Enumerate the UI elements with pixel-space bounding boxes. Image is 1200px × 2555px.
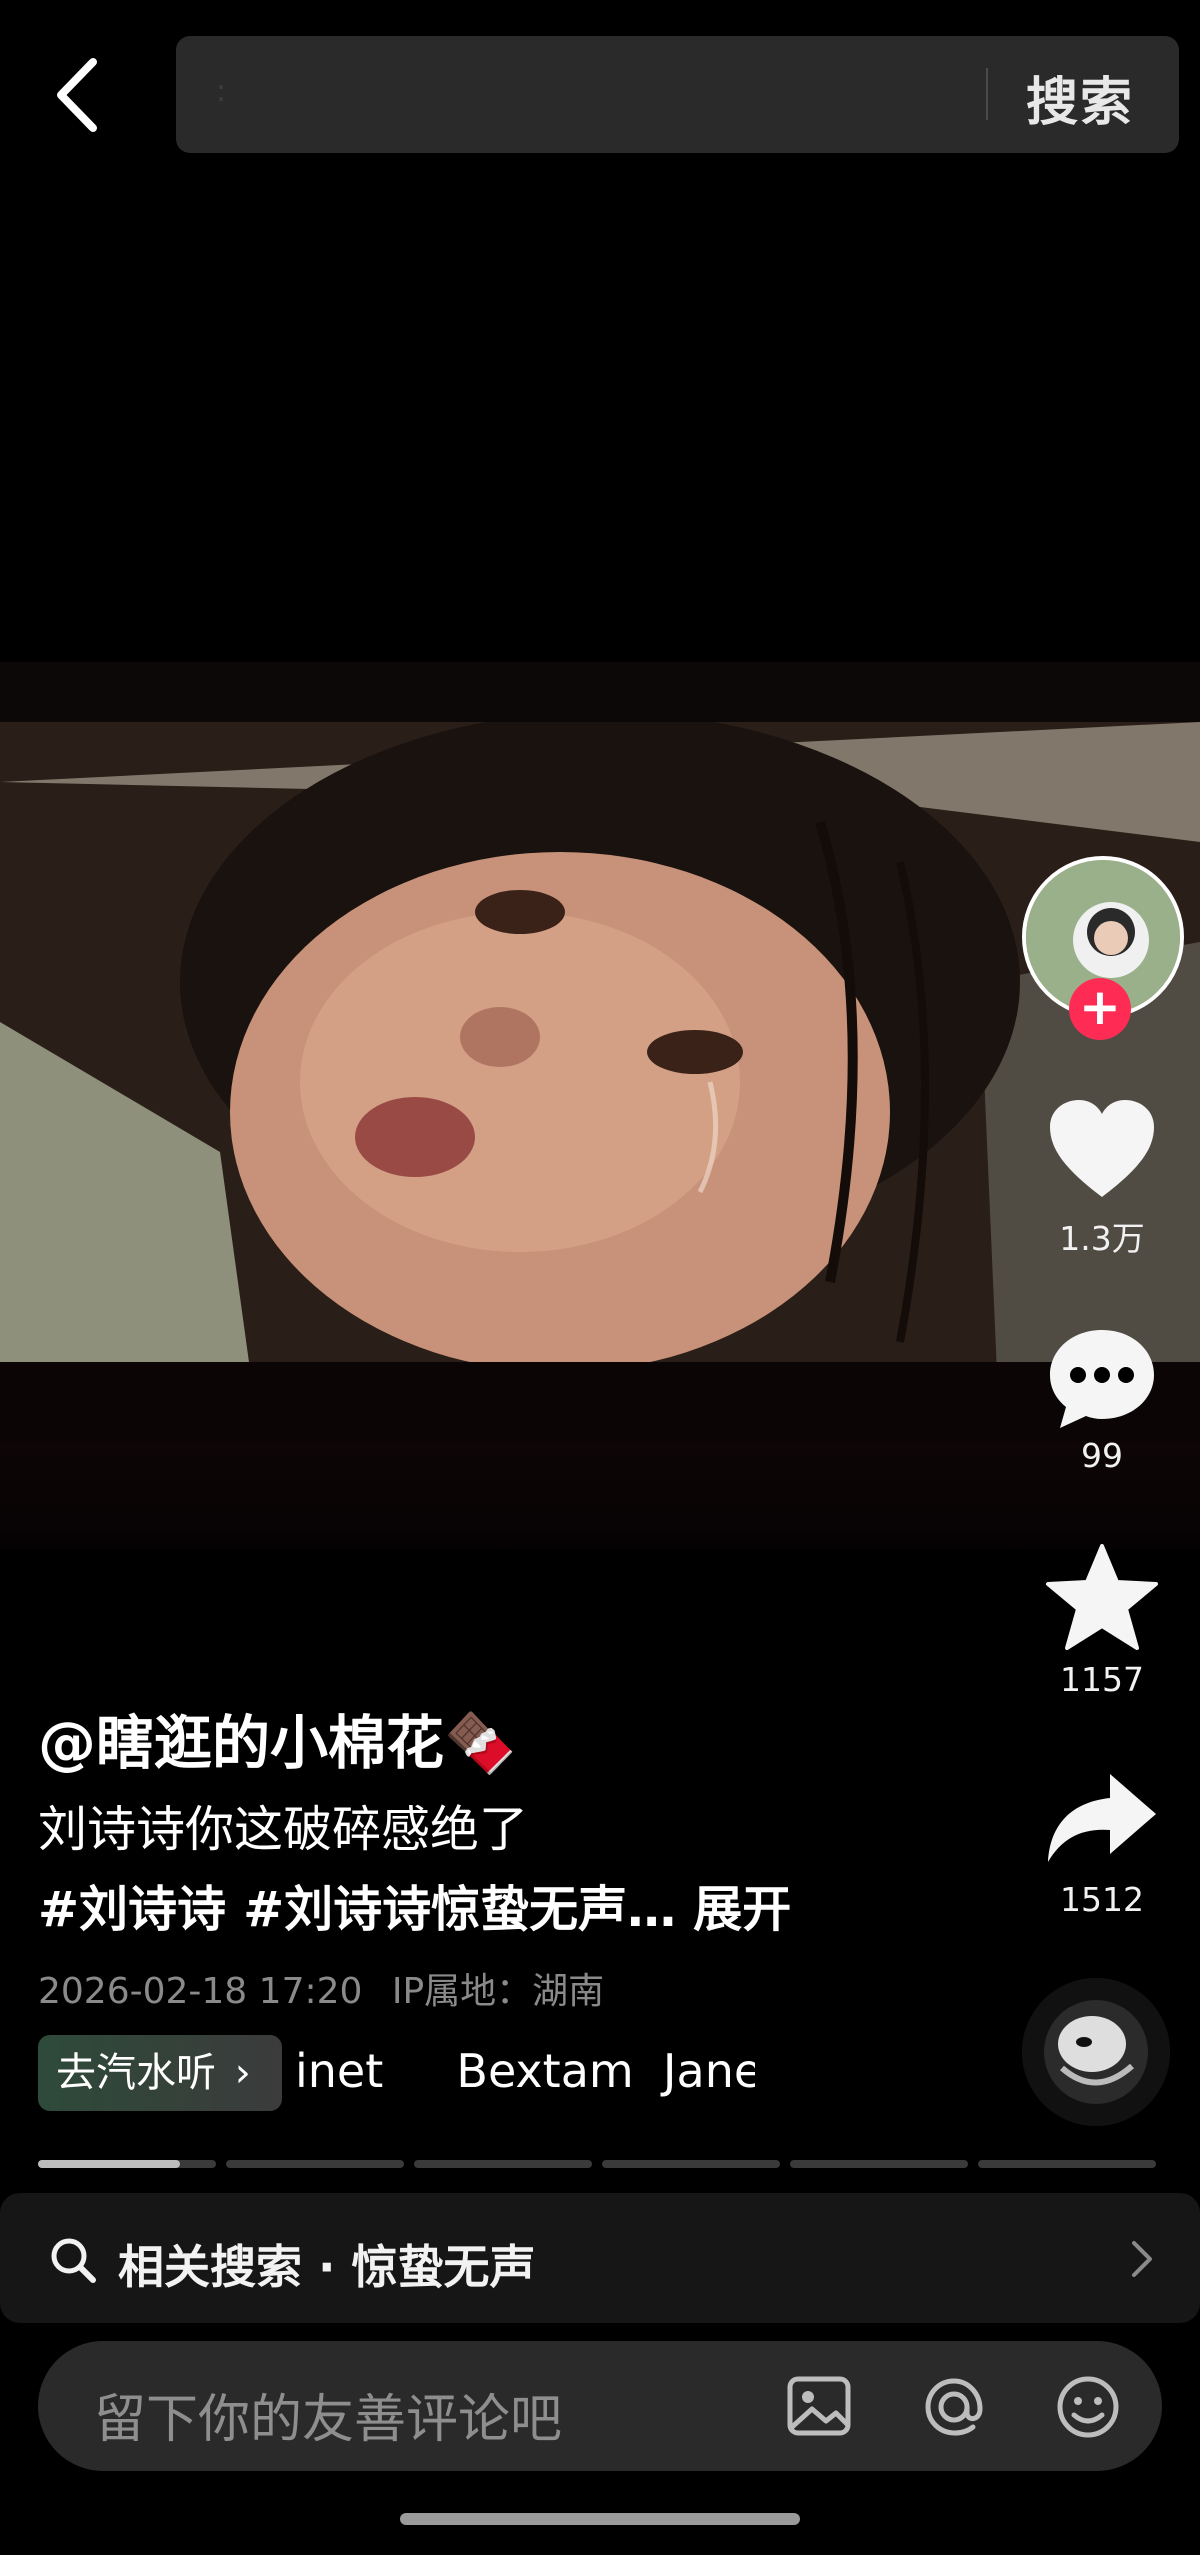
search-input[interactable]: : <box>216 74 226 109</box>
search-icon <box>51 2238 96 2283</box>
comment-button[interactable] <box>1042 1318 1162 1438</box>
progress-segment <box>790 2160 968 2168</box>
post-hashtags[interactable]: #刘诗诗 #刘诗诗惊蛰无声… 展开 <box>38 1870 791 1941</box>
progress-segment <box>414 2160 592 2168</box>
follow-button[interactable]: + <box>1069 978 1131 1040</box>
image-picker-icon[interactable] <box>784 2371 854 2441</box>
share-count: 1512 <box>1060 1880 1144 1919</box>
favorite-count: 1157 <box>1060 1660 1144 1699</box>
search-bar[interactable]: : 搜索 <box>176 36 1179 153</box>
heart-icon <box>1050 1100 1154 1197</box>
emoji-icon[interactable] <box>1052 2371 1124 2443</box>
music-pill-label: 去汽水听 <box>56 2050 216 2096</box>
related-search-bar[interactable]: 相关搜索 · 惊蛰无声 <box>0 2193 1200 2323</box>
video-frame <box>0 722 1200 1442</box>
search-divider <box>986 68 988 120</box>
comment-count: 99 <box>1081 1436 1123 1475</box>
related-search-label: 相关搜索 · 惊蛰无声 <box>118 2240 536 2294</box>
progress-segment-fill <box>38 2160 181 2168</box>
comment-input-bar[interactable]: 留下你的友善评论吧 <box>38 2341 1162 2471</box>
favorite-button[interactable] <box>1042 1540 1162 1660</box>
progress-segment <box>602 2160 780 2168</box>
post-meta: 2026-02-18 17:20 IP属地：湖南 <box>38 1962 604 2014</box>
mention-icon[interactable] <box>918 2371 990 2443</box>
music-title-marquee[interactable]: inet Bextam Jane <box>295 2044 755 2098</box>
like-count: 1.3万 <box>1059 1219 1145 1258</box>
music-disc[interactable] <box>1022 1978 1170 2126</box>
post-ip-location: IP属地：湖南 <box>391 1971 605 2012</box>
back-button[interactable] <box>45 50 115 140</box>
chevron-right-icon <box>1132 2241 1152 2277</box>
music-open-button[interactable]: 去汽水听 › <box>38 2035 282 2111</box>
comment-bubble-icon <box>1050 1330 1154 1428</box>
post-timestamp: 2026-02-18 17:20 <box>38 1971 363 2012</box>
plus-icon: + <box>1079 978 1121 1036</box>
home-indicator <box>400 2513 800 2525</box>
post-description: 刘诗诗你这破碎感绝了 <box>38 1801 529 1858</box>
author-handle[interactable]: @瞎逛的小棉花🍫 <box>38 1696 516 1780</box>
video-letterbox <box>0 1442 1200 1550</box>
chevron-right-icon: › <box>234 2050 251 2096</box>
video-still <box>0 722 1200 1442</box>
search-button[interactable]: 搜索 <box>1026 60 1134 135</box>
progress-segment <box>226 2160 404 2168</box>
progress-segment <box>38 2160 216 2168</box>
chevron-left-icon <box>57 58 97 132</box>
like-button[interactable] <box>1042 1092 1162 1212</box>
video-player[interactable] <box>0 662 1200 1550</box>
star-icon <box>1046 1544 1158 1650</box>
share-button[interactable] <box>1042 1762 1162 1882</box>
share-arrow-icon <box>1048 1774 1156 1862</box>
progress-segment <box>978 2160 1156 2168</box>
music-disc-image <box>1022 1978 1170 2126</box>
comment-input[interactable]: 留下你的友善评论吧 <box>94 2377 562 2452</box>
